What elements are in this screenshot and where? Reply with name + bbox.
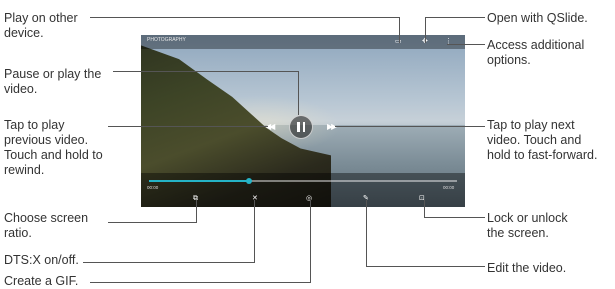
callout-play-other-device-v (399, 17, 400, 43)
callout-dts-v (254, 200, 255, 263)
callout-pause (113, 71, 299, 72)
callout-edit-v (366, 200, 367, 267)
seek-handle[interactable] (246, 178, 252, 184)
label-create-gif: Create a GIF. (4, 274, 79, 288)
callout-edit (366, 266, 485, 267)
label-dts: DTS:X on/off. (4, 253, 79, 267)
video-screen[interactable]: PHOTOGRAPHY ▭ ✥ ⋮ ◀◀ ▶▶ 00:00 00:00 ⧉ ✕ … (141, 35, 465, 207)
video-top-bar: PHOTOGRAPHY (141, 35, 465, 49)
video-title: PHOTOGRAPHY (147, 37, 186, 43)
video-bottom-bar (141, 173, 465, 207)
callout-ratio-v (196, 200, 197, 223)
label-previous-video: Tap to play previous video. Touch and ho… (4, 118, 103, 177)
callout-lock-v (424, 200, 425, 218)
callout-gif (90, 282, 311, 283)
callout-gif-v (310, 200, 311, 283)
callout-dts (83, 262, 255, 263)
label-edit-video: Edit the video. (487, 261, 567, 275)
callout-qslide-v (425, 17, 426, 43)
callout-additional (447, 44, 485, 45)
label-qslide: Open with QSlide. (487, 11, 588, 25)
seek-progress (149, 180, 250, 182)
callout-next (335, 126, 485, 127)
callout-lock (424, 217, 485, 218)
callout-pause-v (298, 71, 299, 115)
time-elapsed: 00:00 (147, 185, 159, 190)
time-total: 00:00 (443, 185, 455, 190)
callout-previous (108, 126, 268, 127)
label-lock-screen: Lock or unlock the screen. (487, 211, 568, 240)
seek-bar[interactable] (149, 180, 457, 182)
label-pause-play: Pause or play the video. (4, 67, 102, 96)
label-additional-options: Access additional options. (487, 38, 585, 67)
callout-ratio (108, 222, 197, 223)
callout-play-other-device (90, 17, 400, 18)
label-play-other-device: Play on other device. (4, 11, 78, 40)
label-screen-ratio: Choose screen ratio. (4, 211, 89, 240)
callout-qslide (425, 17, 485, 18)
label-next-video: Tap to play next video. Touch and hold t… (487, 118, 598, 162)
pause-icon[interactable] (289, 115, 313, 139)
